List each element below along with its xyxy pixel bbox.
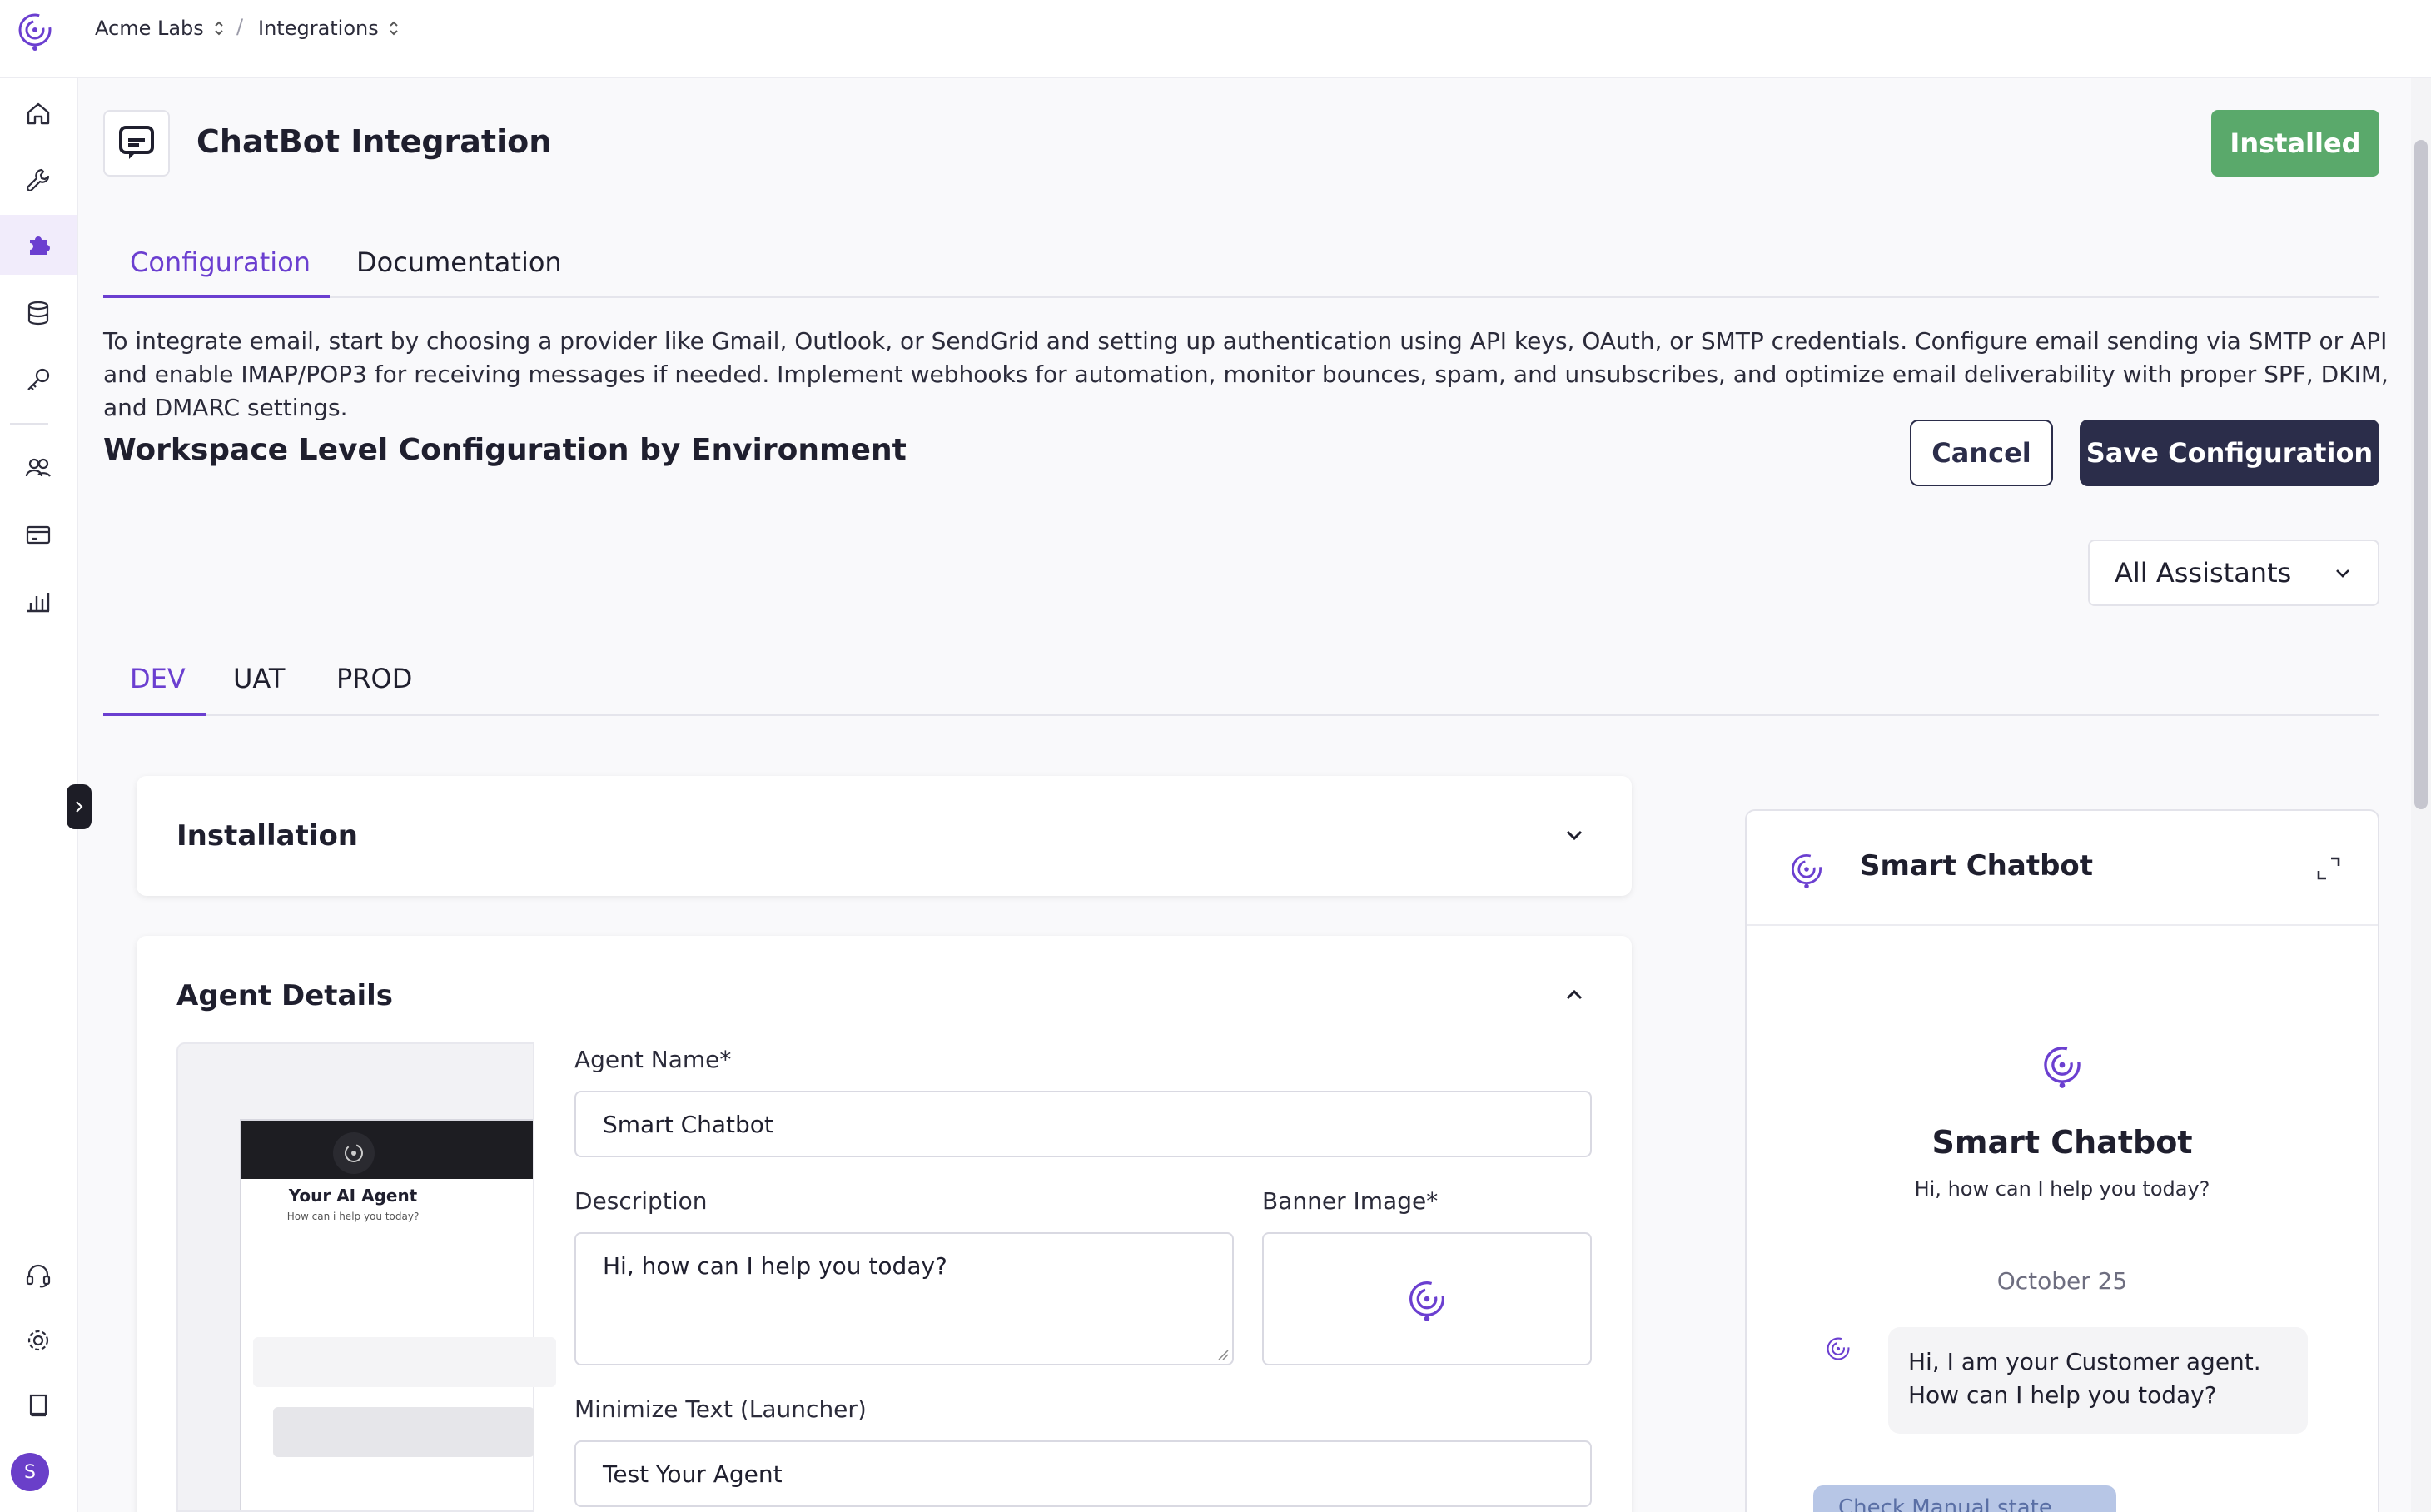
page-scrollbar-thumb[interactable] <box>2414 140 2428 809</box>
sidebar-item-tools[interactable] <box>0 150 77 210</box>
sidebar-item-users[interactable] <box>0 438 77 498</box>
minimize-text-input[interactable]: Test Your Agent <box>574 1440 1592 1507</box>
description-value: Hi, how can I help you today? <box>603 1252 947 1280</box>
breadcrumb-section[interactable]: Integrations <box>258 17 400 40</box>
banner-image-label: Banner Image* <box>1262 1187 1439 1215</box>
sidebar-item-keys[interactable] <box>0 350 77 410</box>
chevron-updown-icon <box>390 21 398 36</box>
chat-agent-subtitle: Hi, how can I help you today? <box>1914 1177 2210 1201</box>
brand-logo-icon <box>2044 1047 2081 1088</box>
breadcrumb-separator: / <box>236 15 244 38</box>
breadcrumb-workspace-label: Acme Labs <box>95 17 204 40</box>
installed-status-button[interactable]: Installed <box>2211 110 2379 177</box>
settings-icon <box>27 1330 49 1351</box>
bot-message-bubble: Hi, I am your Customer agent. How can I … <box>1888 1327 2308 1434</box>
preview-agent-subtitle: How can i help you today? <box>286 1211 420 1222</box>
home-icon <box>27 102 50 125</box>
brand-logo-icon <box>1792 854 1822 889</box>
chevron-down-icon[interactable] <box>1562 823 1587 848</box>
breadcrumb-workspace[interactable]: Acme Labs <box>95 17 226 40</box>
assistant-filter-value: All Assistants <box>2115 557 2292 589</box>
tab-env-dev[interactable]: DEV <box>130 663 186 694</box>
quick-reply-button[interactable]: Check Manual state <box>1813 1485 2116 1512</box>
sidebar-item-analytics[interactable] <box>0 571 77 631</box>
chat-icon <box>119 126 154 159</box>
bot-avatar-icon <box>1827 1337 1850 1360</box>
resize-grip-icon[interactable] <box>1217 1349 1229 1360</box>
save-configuration-button[interactable]: Save Configuration <box>2080 420 2379 486</box>
preview-placeholder-block <box>253 1337 556 1387</box>
description-textarea[interactable]: Hi, how can I help you today? <box>574 1232 1234 1365</box>
analytics-icon <box>27 593 50 613</box>
active-env-tab-indicator <box>103 713 206 716</box>
chat-header-title: Smart Chatbot <box>1860 849 2094 883</box>
integration-icon <box>103 110 170 177</box>
key-icon <box>27 368 50 390</box>
breadcrumb-section-label: Integrations <box>258 17 379 40</box>
banner-image-upload[interactable] <box>1262 1232 1592 1365</box>
chevron-up-icon[interactable] <box>1562 982 1587 1007</box>
chevron-down-icon <box>2336 569 2349 578</box>
description-label: Description <box>574 1187 708 1215</box>
sidebar-item-settings[interactable] <box>0 1311 77 1370</box>
chat-preview-panel: Smart Chatbot Smart Chatbot Hi, how can … <box>1745 809 2379 1512</box>
installation-title: Installation <box>176 819 359 853</box>
tab-env-prod[interactable]: PROD <box>336 663 412 694</box>
top-bar: Acme Labs / Integrations <box>0 0 2431 78</box>
expand-icon[interactable] <box>2314 854 2343 883</box>
puzzle-icon <box>30 236 50 255</box>
tab-documentation[interactable]: Documentation <box>356 246 562 291</box>
main-tabs: Configuration Documentation <box>103 236 2379 298</box>
wrench-icon <box>27 168 50 191</box>
sidebar-item-integrations[interactable] <box>0 215 77 275</box>
chevron-right-icon <box>76 801 83 813</box>
preview-agent-name: Your AI Agent <box>288 1186 418 1206</box>
chat-agent-name: Smart Chatbot <box>1931 1124 2193 1161</box>
integration-title: ChatBot Integration <box>196 123 552 160</box>
database-icon <box>27 301 49 326</box>
chat-preview-header: Smart Chatbot <box>1747 811 2378 926</box>
sidebar-item-support[interactable] <box>0 1246 77 1306</box>
sidebar-divider <box>10 423 48 425</box>
chat-date-divider: October 25 <box>1996 1267 2128 1295</box>
agent-name-input[interactable]: Smart Chatbot <box>574 1091 1592 1157</box>
cancel-button[interactable]: Cancel <box>1910 420 2053 486</box>
environment-tabs: DEV UAT PROD <box>103 649 2379 716</box>
integration-description: To integrate email, start by choosing a … <box>103 327 2389 421</box>
preview-placeholder-block <box>273 1407 534 1457</box>
user-avatar[interactable]: S <box>11 1453 49 1491</box>
preview-avatar-icon <box>333 1132 375 1174</box>
agent-name-label: Agent Name* <box>574 1046 732 1073</box>
installation-card[interactable]: Installation <box>137 776 1632 896</box>
sidebar-item-docs[interactable] <box>0 1375 77 1435</box>
chevron-updown-icon <box>215 21 223 36</box>
docs-icon <box>29 1394 47 1417</box>
sidebar-item-home[interactable] <box>0 83 77 143</box>
brand-logo-icon[interactable] <box>13 8 57 52</box>
support-icon <box>26 1264 51 1288</box>
preview-header-bar <box>241 1121 533 1179</box>
config-section-title: Workspace Level Configuration by Environ… <box>103 433 907 467</box>
sidebar-item-data[interactable] <box>0 283 77 343</box>
minimize-text-label: Minimize Text (Launcher) <box>574 1395 867 1423</box>
sidebar-item-billing[interactable] <box>0 505 77 565</box>
active-tab-indicator <box>103 295 330 298</box>
users-icon <box>25 458 51 477</box>
tab-configuration[interactable]: Configuration <box>130 246 311 291</box>
assistant-filter-dropdown[interactable]: All Assistants <box>2088 540 2379 606</box>
billing-icon <box>26 525 51 545</box>
brand-logo-icon <box>1409 1281 1444 1321</box>
agent-details-title: Agent Details <box>176 979 394 1012</box>
sidebar-collapse-handle[interactable] <box>67 784 92 829</box>
tab-env-uat[interactable]: UAT <box>233 663 285 694</box>
